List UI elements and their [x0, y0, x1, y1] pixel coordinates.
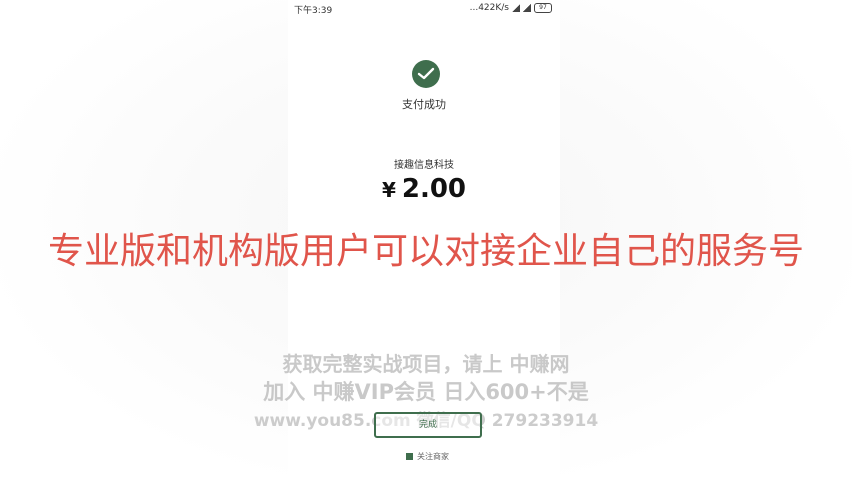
status-time: 下午3:39 — [294, 6, 333, 16]
status-bar: 下午3:39 ...422K/s 97 — [288, 0, 560, 18]
network-speed: ...422K/s — [469, 3, 509, 13]
payment-amount: ¥2.00 — [288, 174, 560, 204]
signal-icon-2 — [523, 4, 531, 12]
follow-checkbox-icon[interactable] — [406, 453, 413, 460]
battery-icon: 97 — [534, 3, 552, 13]
follow-merchant-row[interactable]: 关注商家 — [406, 451, 449, 462]
done-button[interactable]: 完成 — [374, 412, 482, 438]
merchant-name: 接趣信息科技 — [394, 160, 454, 171]
signal-icon — [512, 4, 520, 12]
watermark-line-2: 加入 中赚VIP会员 日入600+不是 — [263, 380, 589, 404]
watermark-line-1: 获取完整实战项目，请上 中赚网 — [282, 352, 570, 376]
video-caption: 专业版和机构版用户可以对接企业自己的服务号 — [47, 231, 804, 272]
follow-label: 关注商家 — [417, 452, 449, 461]
status-indicators: ...422K/s 97 — [470, 3, 552, 13]
payment-success-check-icon — [412, 60, 440, 88]
payment-status-text: 支付成功 — [402, 98, 446, 111]
currency-symbol: ¥ — [381, 178, 396, 202]
amount-value: 2.00 — [401, 174, 467, 204]
